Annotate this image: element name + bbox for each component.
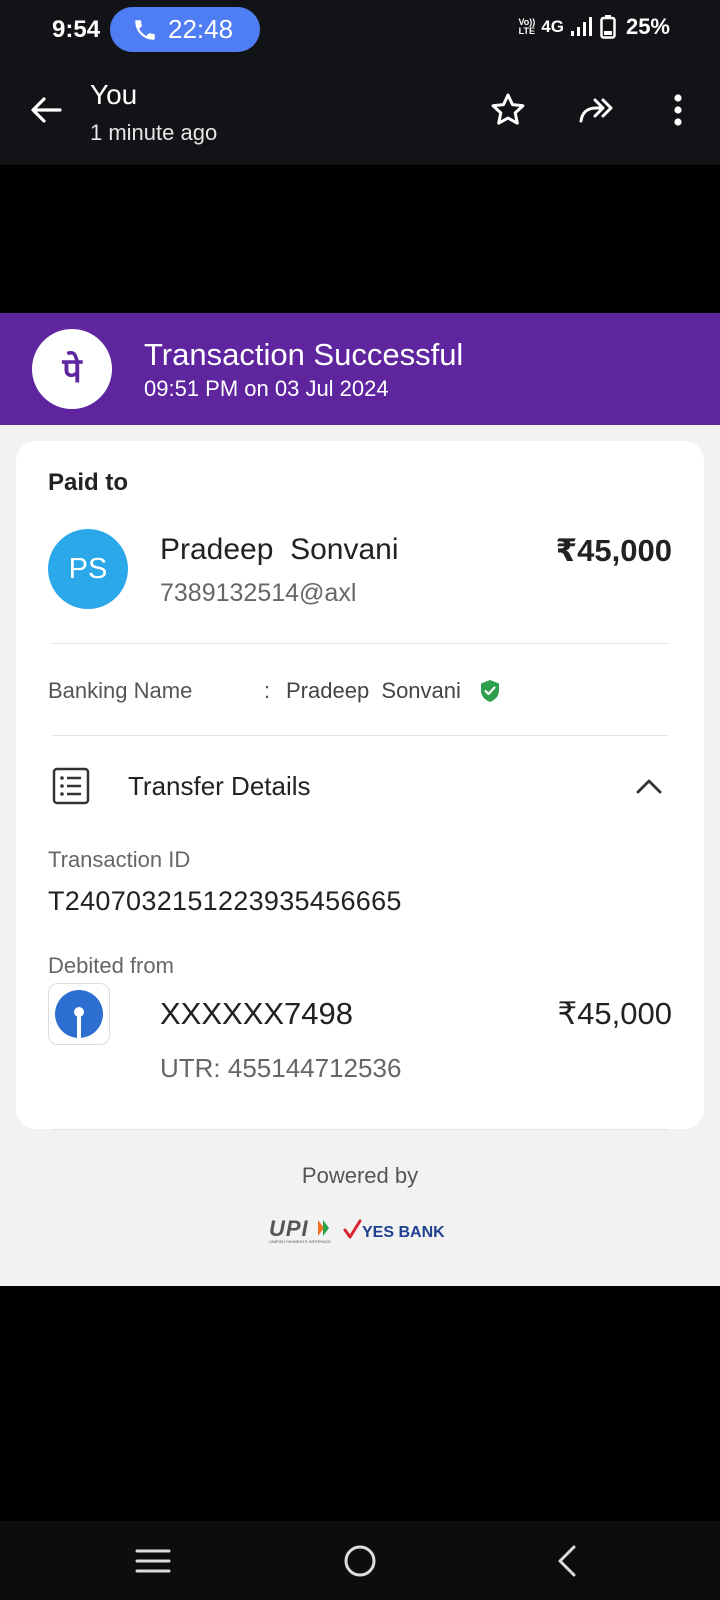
sent-time: 1 minute ago (90, 120, 218, 145)
utr-number: UTR: 455144712536 (160, 1053, 402, 1083)
transaction-id-label: Transaction ID (48, 847, 191, 872)
svg-text:UPI: UPI (269, 1216, 309, 1241)
transaction-id: T2407032151223935456665 (48, 886, 402, 916)
battery-icon (600, 15, 616, 39)
banking-name-value: Pradeep Sonvani (286, 678, 461, 703)
transfer-details-toggle[interactable]: Transfer Details (128, 771, 311, 802)
svg-text:पे: पे (61, 350, 83, 391)
status-time: 9:54 (52, 16, 101, 43)
paid-amount: ₹45,000 (555, 533, 672, 568)
payee-name: Pradeep Sonvani (160, 533, 399, 566)
message-header: You 1 minute ago (0, 62, 720, 165)
phonepe-logo: पे (32, 329, 112, 409)
divider (52, 1129, 668, 1130)
sbi-logo (48, 983, 110, 1045)
divider (52, 643, 668, 644)
home-icon[interactable] (338, 1539, 382, 1583)
debited-from-label: Debited from (48, 953, 174, 978)
battery-percent: 25% (625, 14, 670, 39)
status-indicators: Vo)) LTE 4G 25% (518, 14, 670, 40)
payee-avatar: PS (48, 529, 128, 609)
network-type: 4G (541, 17, 564, 36)
svg-text:UNIFIED PAYMENTS INTERFACE: UNIFIED PAYMENTS INTERFACE (269, 1239, 331, 1244)
svg-text:YES BANK: YES BANK (362, 1224, 445, 1241)
system-nav-bar (0, 1521, 720, 1600)
ongoing-call-pill[interactable]: 22:48 (110, 7, 260, 52)
paid-to-label: Paid to (48, 469, 129, 496)
powered-by-label: Powered by (301, 1163, 419, 1188)
more-options-icon[interactable] (658, 90, 698, 130)
banking-name-label: Banking Name (48, 678, 193, 703)
transaction-status: Transaction Successful (144, 337, 464, 372)
back-arrow-icon[interactable] (26, 90, 66, 130)
menu-icon[interactable] (131, 1539, 175, 1583)
debit-amount: ₹45,000 (557, 996, 672, 1031)
star-icon[interactable] (488, 90, 528, 130)
payee-upi-id: 7389132514@axl (160, 579, 357, 607)
success-banner: पे Transaction Successful 09:51 PM on 03… (0, 313, 720, 425)
volte-indicator: Vo)) LTE (518, 17, 536, 36)
forward-all-icon[interactable] (578, 90, 618, 130)
phone-icon (135, 19, 155, 40)
phonepe-logo-icon: पे (61, 350, 83, 391)
signal-icon (570, 17, 592, 36)
debit-account-number: XXXXXX7498 (160, 996, 354, 1031)
status-bar: 9:54 22:48 Vo)) LTE 4G 25% (0, 0, 720, 62)
chevron-up-icon[interactable] (634, 771, 664, 801)
call-duration: 22:48 (168, 14, 234, 44)
sbi-logo-icon (55, 990, 103, 1038)
upi-yesbank-logos: UPI UNIFIED PAYMENTS INTERFACE YES BANK (269, 1216, 445, 1244)
back-icon[interactable] (546, 1539, 590, 1583)
sender-name: You (90, 79, 138, 110)
banking-name-colon: : (264, 678, 271, 703)
payment-receipt[interactable]: पे Transaction Successful 09:51 PM on 03… (0, 313, 720, 1286)
receipt-list-icon (52, 767, 90, 805)
transaction-datetime: 09:51 PM on 03 Jul 2024 (144, 376, 389, 401)
details-card: Paid to PS Pradeep Sonvani 7389132514@ax… (16, 441, 704, 1129)
verified-shield-icon (481, 680, 499, 702)
divider (52, 735, 668, 736)
